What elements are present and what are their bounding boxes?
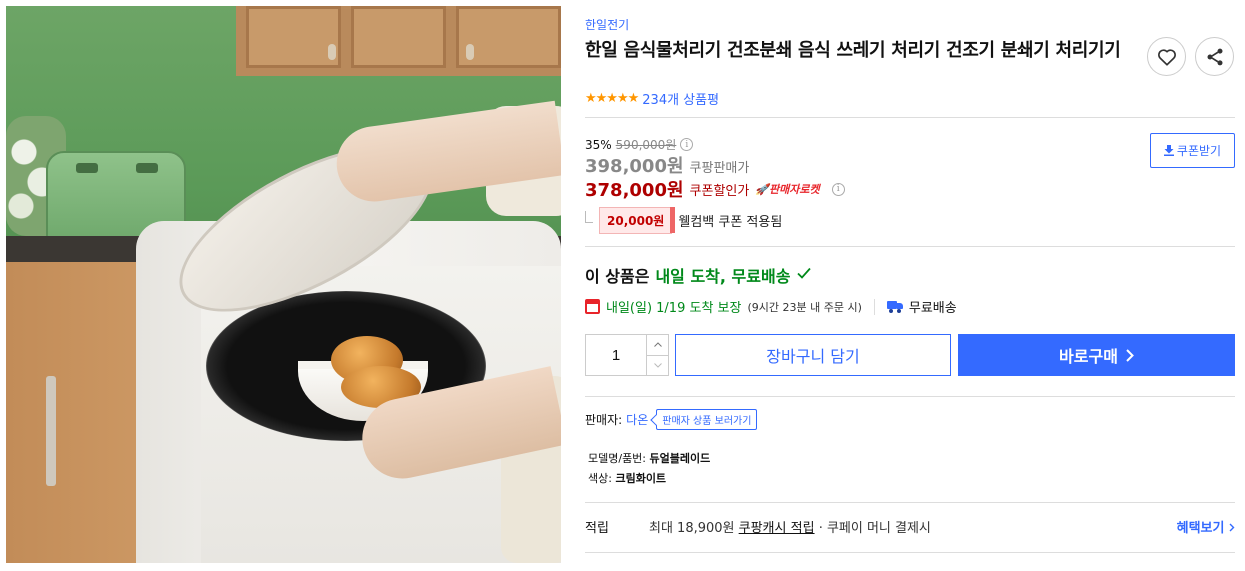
seller-row: 판매자: 다온 판매자 상품 보러가기 [585, 409, 758, 430]
heart-icon [1157, 48, 1176, 66]
download-icon [1163, 145, 1174, 156]
buy-now-button[interactable]: 바로구매 [958, 334, 1235, 376]
attribute-value: 크림화이트 [615, 472, 667, 485]
seller-products-button[interactable]: 판매자 상품 보러가기 [656, 409, 758, 430]
reward-detail: 최대 18,900원 쿠팡캐시 적립 · 쿠페이 머니 결제시 [649, 517, 1177, 536]
welcome-coupon-row: 20,000원 웰컴백 쿠폰 적용됨 [585, 207, 782, 234]
rocket-icon: 🚀 [755, 183, 770, 196]
image-cabinet-door [351, 6, 446, 68]
brand-link[interactable]: 한일전기 [585, 16, 629, 33]
wishlist-button[interactable] [1147, 37, 1186, 76]
reward-label: 적립 [585, 521, 609, 536]
chevron-right-icon [1229, 523, 1235, 532]
share-icon [1207, 48, 1222, 65]
image-cabinet-knob [466, 44, 474, 60]
attribute-key: 모델명/품번: [588, 452, 647, 465]
chevron-right-icon [1126, 348, 1134, 362]
delivery-eta-row: 내일(일) 1/19 도착 보장 (9시간 23분 내 주문 시) 무료배송 [585, 297, 957, 316]
attribute-row: 색상: 크림화이트 [588, 469, 710, 489]
truck-icon [886, 301, 903, 313]
product-image[interactable] [6, 6, 561, 563]
reward-amount: 최대 18,900원 [649, 521, 735, 536]
seller-label: 판매자: [585, 413, 623, 427]
delivery-eta-detail: (9시간 23분 내 주문 시) [747, 300, 862, 314]
divider [585, 552, 1235, 553]
delivery-eta: 내일(일) 1/19 도착 보장 [606, 301, 742, 316]
quantity-input[interactable] [586, 335, 646, 375]
coupon-price: 378,000원 [585, 180, 684, 201]
image-cabinet-door [246, 6, 341, 68]
coupon-price-label: 쿠폰할인가 [689, 183, 750, 199]
share-button[interactable] [1195, 37, 1234, 76]
benefits-link[interactable]: 혜택보기 [1177, 517, 1235, 536]
chevron-up-icon [653, 342, 662, 348]
quantity-step-buttons [646, 335, 668, 375]
image-cabinet-knob [328, 44, 336, 60]
tree-connector [585, 210, 593, 223]
coupon-download-button[interactable]: 쿠폰받기 [1150, 133, 1235, 168]
info-icon[interactable]: i [680, 138, 694, 151]
reward-condition: · 쿠페이 머니 결제시 [818, 521, 931, 536]
seller-name-link[interactable]: 다온 [626, 411, 648, 428]
welcome-coupon-amount: 20,000원 [599, 207, 676, 234]
attribute-row: 모델명/품번: 듀얼블레이드 [588, 449, 710, 469]
coupon-download-label: 쿠폰받기 [1176, 144, 1222, 158]
rocket-badge: 🚀판매자로켓 [755, 183, 820, 196]
divider [585, 246, 1235, 247]
quantity-decrease-button[interactable] [647, 354, 668, 376]
image-cabinet-handle [46, 376, 56, 486]
coupang-cash-link[interactable]: 쿠팡캐시 적립 [739, 521, 815, 536]
sale-price: 398,000원 [585, 156, 684, 177]
reward-row: 적립 최대 18,900원 쿠팡캐시 적립 · 쿠페이 머니 결제시 혜택보기 [585, 517, 1235, 536]
attribute-key: 색상: [588, 472, 612, 485]
product-info-panel: 한일전기 한일 음식물처리기 건조분쇄 음식 쓰레기 처리기 건조기 분쇄기 처… [585, 0, 1235, 571]
welcome-coupon-text: 웰컴백 쿠폰 적용됨 [678, 215, 783, 230]
divider [585, 502, 1235, 503]
buy-now-label: 바로구매 [1059, 347, 1118, 366]
quantity-increase-button[interactable] [647, 335, 668, 355]
attribute-value: 듀얼블레이드 [649, 452, 711, 465]
review-count-link[interactable]: 234개 상품평 [642, 89, 719, 108]
calendar-icon [585, 299, 600, 314]
benefits-link-label: 혜택보기 [1176, 521, 1225, 536]
product-attributes: 모델명/품번: 듀얼블레이드 색상: 크림화이트 [588, 449, 710, 489]
coupon-price-row: 378,000원 쿠폰할인가 🚀판매자로켓 i [585, 176, 845, 202]
product-title: 한일 음식물처리기 건조분쇄 음식 쓰레기 처리기 건조기 분쇄기 처리기기 [585, 40, 1121, 61]
delivery-headline-highlight: 내일 도착, 무료배송 [655, 267, 791, 286]
sale-price-label: 쿠팡판매가 [689, 161, 750, 176]
separator [873, 298, 875, 315]
check-icon [797, 267, 812, 279]
chevron-down-icon [653, 362, 662, 368]
discount-row: 35% 590,000원 i [585, 136, 694, 153]
star-rating: ★★★★★ [585, 91, 639, 106]
sale-price-row: 398,000원 쿠팡판매가 [585, 152, 749, 178]
discount-rate: 35% [585, 137, 612, 152]
divider [585, 117, 1235, 118]
divider [585, 396, 1235, 397]
info-icon[interactable]: i [831, 182, 845, 196]
quantity-stepper[interactable] [585, 334, 669, 376]
delivery-headline: 이 상품은 내일 도착, 무료배송 [585, 263, 812, 287]
original-price: 590,000원 [615, 138, 677, 152]
delivery-headline-prefix: 이 상품은 [585, 267, 650, 286]
free-shipping: 무료배송 [908, 301, 957, 316]
rating-row[interactable]: ★★★★★ 234개 상품평 [585, 89, 719, 108]
add-to-cart-button[interactable]: 장바구니 담기 [675, 334, 951, 376]
